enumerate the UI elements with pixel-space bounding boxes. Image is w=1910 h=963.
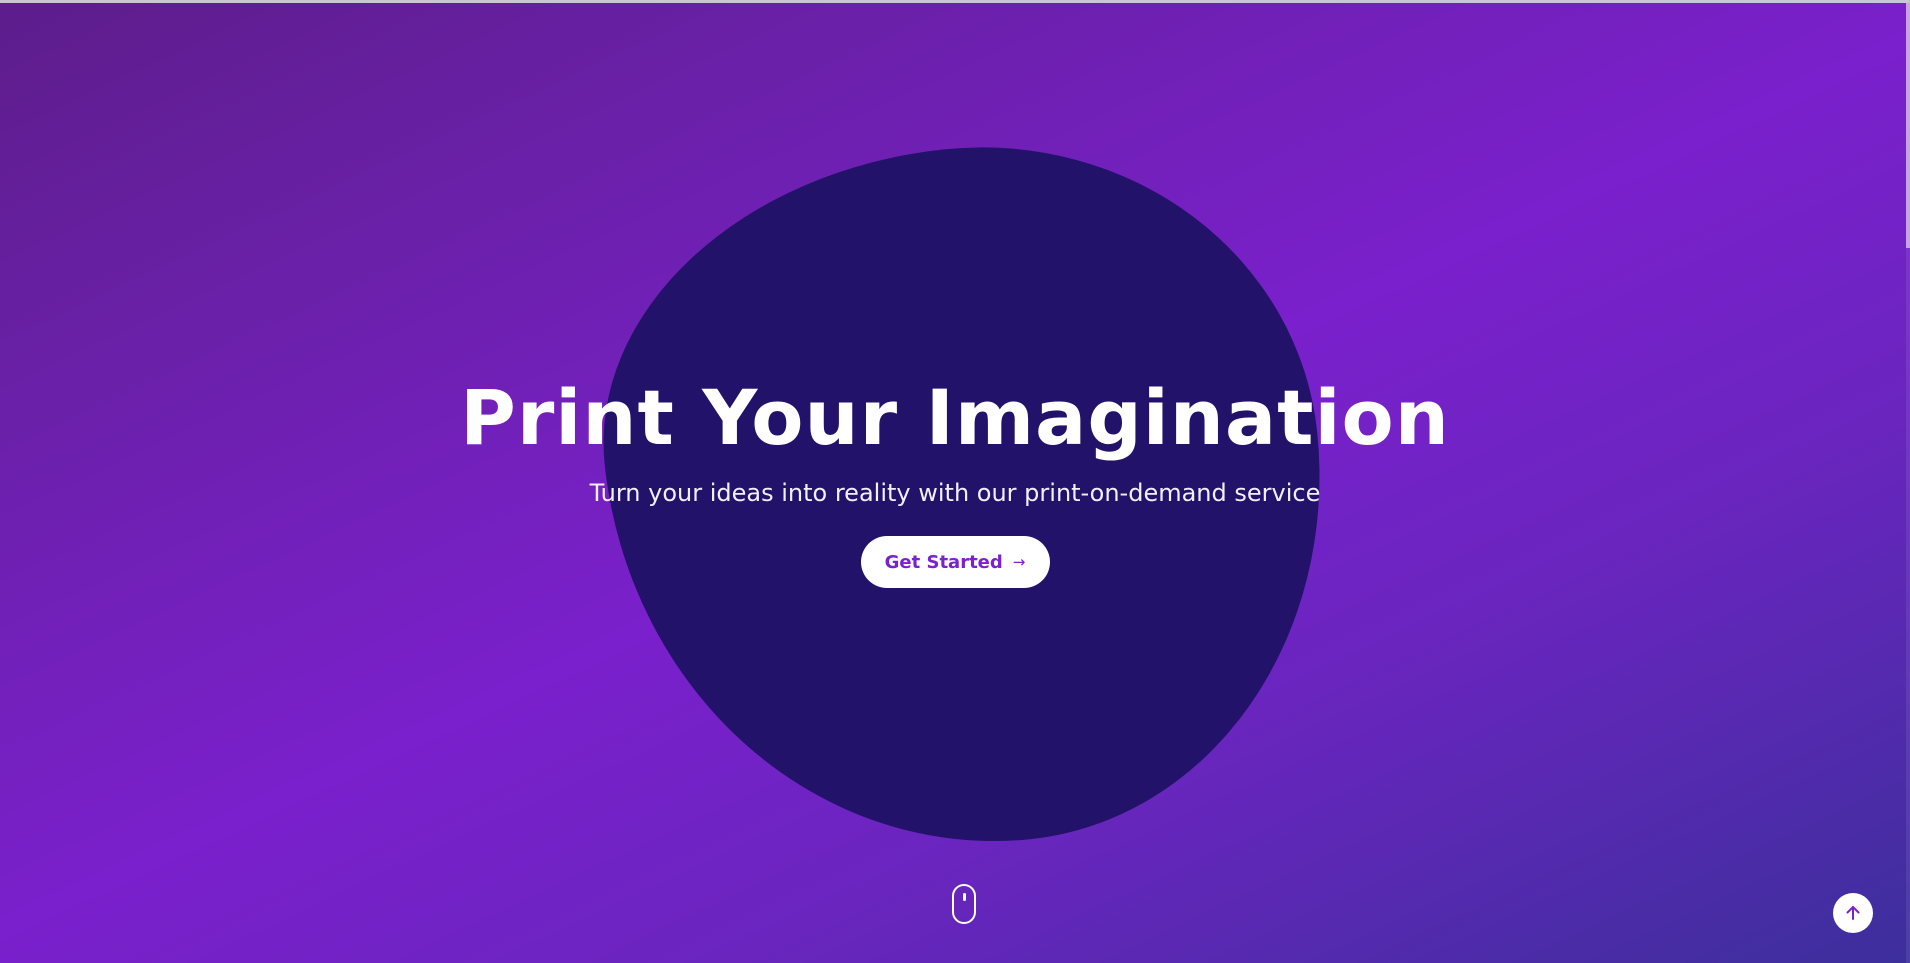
get-started-label: Get Started [884, 551, 1003, 573]
hero-subtitle: Turn your ideas into reality with our pr… [589, 479, 1321, 507]
back-to-top-button[interactable] [1833, 893, 1873, 933]
mouse-icon[interactable] [952, 884, 976, 924]
browser-top-border [0, 0, 1910, 3]
hero-title: Print Your Imagination [460, 373, 1450, 462]
mouse-wheel [963, 893, 966, 901]
arrow-right-icon: → [1012, 553, 1026, 571]
hero-section: Print Your Imagination Turn your ideas i… [0, 0, 1910, 963]
arrow-up-icon [1846, 906, 1860, 920]
scrollbar-thumb[interactable] [1906, 3, 1910, 248]
get-started-button[interactable]: Get Started → [860, 536, 1050, 588]
hero-content: Print Your Imagination Turn your ideas i… [0, 372, 1910, 588]
